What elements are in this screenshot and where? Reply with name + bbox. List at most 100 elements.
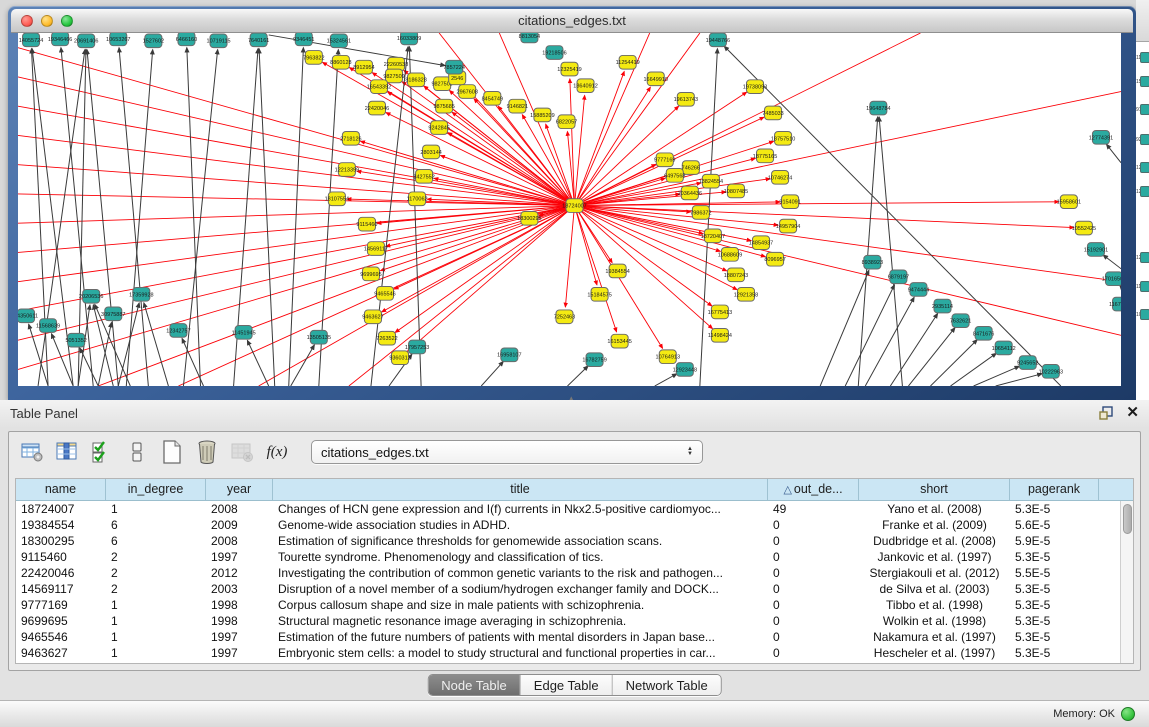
graph-node-label: 8912954: [353, 65, 374, 71]
graph-node-label: 20206536: [79, 294, 103, 300]
background-window-sliver: 1117459157510749129966922734312093852124…: [1136, 0, 1149, 400]
graph-edge: [908, 328, 955, 386]
cell-title: Changes of HCN gene expression and I(f) …: [273, 501, 768, 517]
cell-pagerank: 5.5E-5: [1010, 565, 1099, 581]
cell-year: 2003: [206, 581, 273, 597]
cell-year: 1997: [206, 549, 273, 565]
cell-out_de: 0: [768, 565, 859, 581]
table-row[interactable]: 969969511998Structural magnetic resonanc…: [16, 613, 1133, 629]
graph-edge: [575, 206, 738, 290]
cell-short: Nakamura et al. (1997): [859, 629, 1010, 645]
select-mode-icon[interactable]: [89, 439, 115, 465]
graph-node-label: 11451945: [232, 330, 256, 336]
delete-column-icon: [229, 439, 255, 465]
cell-year: 2012: [206, 565, 273, 581]
cell-in_degree: 2: [106, 549, 206, 565]
table-row[interactable]: 1830029562008Estimation of significance …: [16, 533, 1133, 549]
graph-node-label: 17957253: [405, 345, 429, 351]
graph-node-label: 12774391: [1089, 135, 1113, 141]
memory-status-icon[interactable]: [1121, 707, 1135, 721]
graph-node-label: 9245652: [1017, 361, 1038, 367]
table-row[interactable]: 1938455462009Genome-wide association stu…: [16, 517, 1133, 533]
cell-in_degree: 2: [106, 565, 206, 581]
column-header-label: short: [920, 482, 948, 496]
graph-node-label: 19346466: [48, 37, 72, 43]
network-view-window[interactable]: citations_edges.txt 7963822 8860128891295…: [8, 6, 1136, 400]
graph-node-label: 13824554: [699, 179, 723, 185]
show-columns-icon[interactable]: [54, 439, 80, 465]
graph-node-label: 9474444: [908, 287, 929, 293]
cell-out_de: 0: [768, 581, 859, 597]
cell-short: Hescheler et al. (1997): [859, 645, 1010, 661]
delete-table-icon[interactable]: [194, 439, 220, 465]
graph-node-label: 20364436: [678, 191, 702, 197]
scrollbar-thumb[interactable]: [1123, 504, 1132, 534]
background-graph-node: 12444136: [1136, 186, 1149, 197]
cell-short: Wolkin et al. (1998): [859, 613, 1010, 629]
column-header-name[interactable]: name: [16, 479, 106, 500]
column-header-in_degree[interactable]: in_degree: [106, 479, 206, 500]
cell-pagerank: 5.3E-5: [1010, 629, 1099, 645]
graph-edge: [820, 270, 869, 386]
graph-node-label: 10807485: [724, 189, 748, 195]
background-graph-node-shape: [1140, 134, 1149, 145]
table-row[interactable]: 946554611997Estimation of the future num…: [16, 629, 1133, 645]
tab-network-table[interactable]: Network Table: [613, 675, 721, 695]
column-header-short[interactable]: short: [859, 479, 1010, 500]
column-header-out_de[interactable]: △out_de...: [768, 479, 859, 500]
graph-node-label: 8860128: [330, 60, 351, 66]
graph-node-label: 14350611: [18, 314, 38, 320]
cell-year: 1998: [206, 597, 273, 613]
graph-node-label: 7857224: [443, 65, 464, 71]
table-row[interactable]: 1456911722003Disruption of a novel membe…: [16, 581, 1133, 597]
graph-node-label: 18807243: [724, 273, 748, 279]
graph-node-label: 17016504: [1102, 277, 1121, 283]
column-header-label: in_degree: [128, 482, 184, 496]
graph-edge: [126, 50, 152, 386]
cell-name: 9465546: [16, 629, 106, 645]
float-panel-icon[interactable]: [1098, 405, 1114, 421]
table-row[interactable]: 1872400712008Changes of HCN gene express…: [16, 501, 1133, 517]
graph-node-label: 9146821: [507, 104, 528, 110]
graph-node-label: 12921358: [734, 292, 758, 298]
tab-edge-table[interactable]: Edge Table: [521, 675, 613, 695]
column-header-pagerank[interactable]: pagerank: [1010, 479, 1099, 500]
row-height-icon[interactable]: [124, 439, 150, 465]
cell-name: 14569117: [16, 581, 106, 597]
table-options-icon[interactable]: [19, 439, 45, 465]
graph-node-label: 8186328: [405, 78, 426, 84]
cell-year: 1998: [206, 613, 273, 629]
background-window-titlebar-fragment: [1136, 0, 1149, 42]
background-graph-node: 10871455: [1136, 309, 1149, 320]
cell-out_de: 0: [768, 517, 859, 533]
tab-node-table[interactable]: Node Table: [428, 675, 521, 695]
sort-ascending-icon: △: [783, 484, 793, 496]
column-header-year[interactable]: year: [206, 479, 273, 500]
close-panel-icon[interactable]: ✕: [1126, 405, 1139, 421]
table-row[interactable]: 946362711997Embryonic stem cells: a mode…: [16, 645, 1133, 661]
network-table-select[interactable]: citations_edges.txt ▲▼: [311, 440, 703, 464]
cell-year: 1997: [206, 645, 273, 661]
graph-node-label: 7963822: [303, 55, 324, 61]
window-titlebar[interactable]: citations_edges.txt: [11, 9, 1133, 33]
network-canvas[interactable]: 7963822886012889129542226053898275091654…: [18, 33, 1121, 386]
table-row[interactable]: 2242004622012Investigating the contribut…: [16, 565, 1133, 581]
vertical-scrollbar[interactable]: [1120, 501, 1133, 663]
graph-node-label: 15885209: [530, 113, 554, 119]
graph-node-label: 10653267: [106, 37, 130, 43]
table-panel-title: Table Panel: [10, 406, 78, 421]
graph-node-label: 6497568: [664, 173, 685, 179]
graph-node-label: 16782759: [582, 358, 606, 364]
create-table-icon[interactable]: [159, 439, 185, 465]
cell-out_de: 0: [768, 533, 859, 549]
function-builder-icon[interactable]: f(x): [264, 439, 290, 465]
graph-edge: [409, 47, 421, 386]
graph-node-label: 8471676: [973, 331, 994, 337]
column-header-title[interactable]: title: [273, 479, 768, 500]
table-row[interactable]: 911546021997Tourette syndrome. Phenomeno…: [16, 549, 1133, 565]
graph-node-label: 17359928: [129, 292, 153, 298]
table-row[interactable]: 977716911998Corpus callosum shape and si…: [16, 597, 1133, 613]
citation-network-graph[interactable]: 7963822886012889129542226053898275091654…: [18, 33, 1121, 386]
cell-short: Jankovic et al. (1997): [859, 549, 1010, 565]
cell-year: 2008: [206, 501, 273, 517]
